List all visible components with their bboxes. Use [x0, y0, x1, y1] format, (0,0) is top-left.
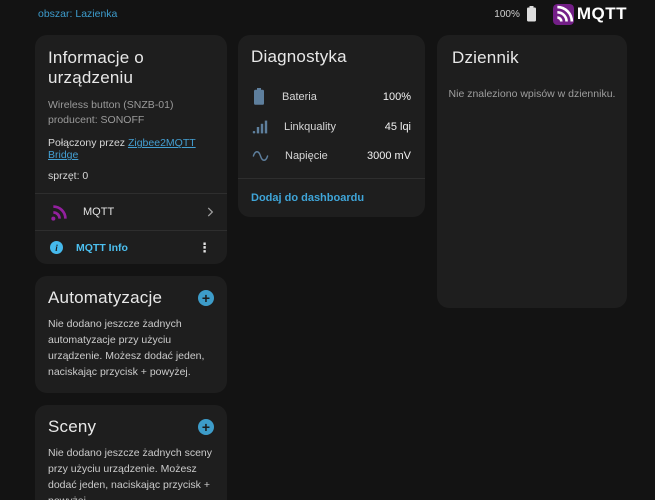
- column-right: Dziennik Nie znaleziono wpisów w dzienni…: [437, 35, 627, 320]
- diagnostic-value: 100%: [383, 91, 411, 103]
- scenes-title: Sceny: [48, 417, 96, 437]
- logbook-card: Dziennik Nie znaleziono wpisów w dzienni…: [437, 35, 627, 308]
- add-automation-button[interactable]: [198, 290, 214, 306]
- scenes-empty-text: Nie dodano jeszcze żadnych sceny przy uż…: [48, 446, 214, 500]
- column-middle: Diagnostyka Bateria 100%: [238, 35, 425, 229]
- add-to-dashboard-link[interactable]: Dodaj do dashboardu: [251, 192, 364, 204]
- column-left: Informacje o urządzeniu Wireless button …: [35, 35, 227, 500]
- logbook-head: Dziennik: [437, 35, 627, 68]
- mqtt-broadcast-icon: [50, 202, 70, 222]
- add-scene-button[interactable]: [198, 419, 214, 435]
- automations-title-row: Automatyzacje: [48, 288, 214, 308]
- diagnostics-body: Diagnostyka Bateria 100%: [238, 35, 425, 178]
- hardware-version: sprzęt: 0: [48, 170, 214, 182]
- mqtt-info-row[interactable]: MQTT Info: [35, 231, 227, 264]
- device-info-head: Informacje o urządzeniu Wireless button …: [35, 35, 227, 193]
- mqtt-logo-icon: [553, 4, 574, 25]
- integration-row-label: MQTT: [83, 206, 114, 218]
- diagnostic-label: Bateria: [282, 91, 317, 103]
- device-info-title: Informacje o urządzeniu: [48, 48, 214, 88]
- diagnostics-footer: Dodaj do dashboardu: [238, 179, 425, 217]
- integration-row-mqtt[interactable]: MQTT: [35, 194, 227, 230]
- logbook-empty-text: Nie znaleziono wpisów w dzienniku.: [437, 88, 627, 100]
- diagnostic-row-voltage[interactable]: Napięcie 3000 mV: [251, 142, 412, 170]
- diagnostic-value: 3000 mV: [367, 150, 411, 162]
- automations-title: Automatyzacje: [48, 288, 162, 308]
- scenes-card: Sceny Nie dodano jeszcze żadnych sceny p…: [35, 405, 227, 500]
- diagnostics-card: Diagnostyka Bateria 100%: [238, 35, 425, 217]
- automations-card: Automatyzacje Nie dodano jeszcze żadnych…: [35, 276, 227, 393]
- device-model: Wireless button (SNZB-01): [48, 98, 214, 113]
- signal-icon: [252, 119, 268, 135]
- battery-icon: [252, 88, 266, 105]
- diagnostic-row-linkquality[interactable]: Linkquality 45 lqi: [251, 112, 412, 142]
- diagnostic-label: Linkquality: [284, 121, 336, 133]
- device-info-card: Informacje o urządzeniu Wireless button …: [35, 35, 227, 264]
- topbar-right: 100% MQTT: [494, 4, 627, 25]
- connected-via-label: Połączony przez: [48, 137, 128, 149]
- connected-via: Połączony przez Zigbee2MQTT Bridge: [48, 137, 214, 161]
- diagnostic-label: Napięcie: [285, 150, 328, 162]
- area-link[interactable]: obszar: Lazienka: [38, 8, 117, 20]
- sine-wave-icon: [252, 149, 269, 163]
- info-icon: [50, 241, 63, 254]
- logbook-title: Dziennik: [452, 48, 614, 68]
- diagnostic-row-battery[interactable]: Bateria 100%: [251, 81, 412, 112]
- mqtt-info-label: MQTT Info: [76, 242, 128, 254]
- diagnostic-value: 45 lqi: [385, 121, 411, 133]
- battery-icon: [526, 6, 537, 22]
- chevron-right-icon: [203, 205, 217, 219]
- topbar: obszar: Lazienka 100% MQTT: [0, 0, 655, 28]
- scenes-title-row: Sceny: [48, 417, 214, 437]
- mqtt-logo-text: MQTT: [577, 4, 627, 24]
- more-options-icon[interactable]: [192, 239, 217, 256]
- device-manufacturer: producent: SONOFF: [48, 113, 214, 128]
- diagnostics-title: Diagnostyka: [251, 47, 412, 67]
- automations-empty-text: Nie dodano jeszcze żadnych automatyzacje…: [48, 317, 214, 380]
- battery-percent: 100%: [494, 9, 520, 20]
- mqtt-logo: MQTT: [553, 4, 627, 25]
